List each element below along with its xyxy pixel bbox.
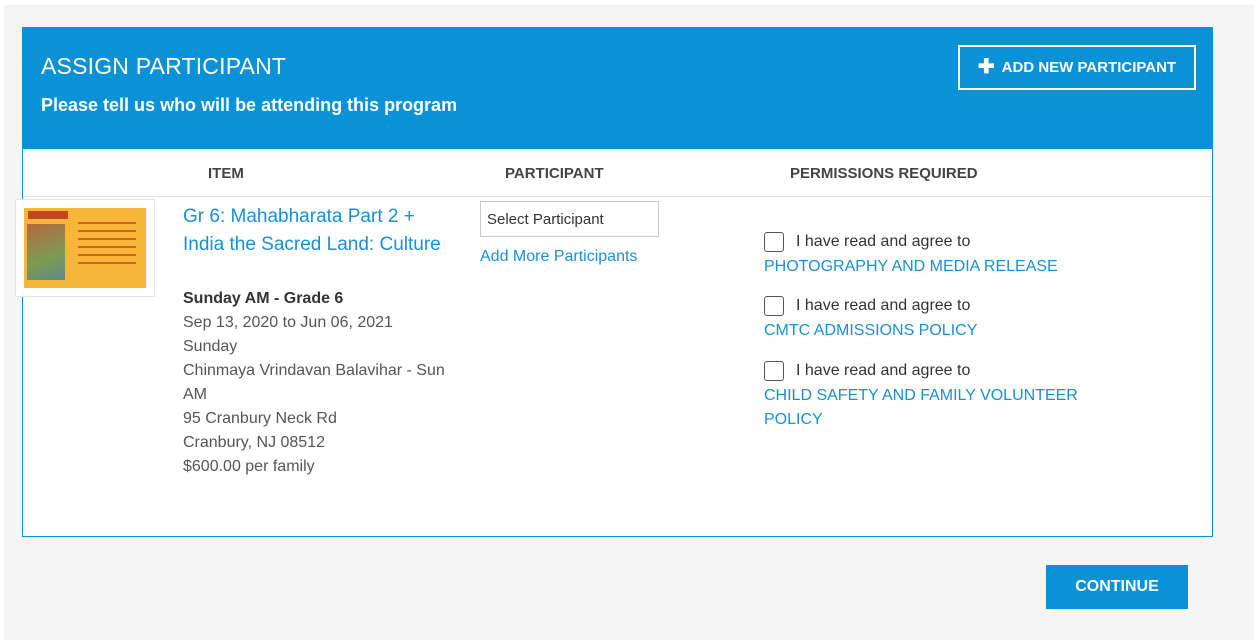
add-new-participant-button[interactable]: ✚ ADD NEW PARTICIPANT xyxy=(958,45,1196,90)
panel-header: ASSIGN PARTICIPANT Please tell us who wi… xyxy=(23,28,1212,149)
permission-item: I have read and agree to CHILD SAFETY AN… xyxy=(764,359,1124,432)
item-price: $600.00 per family xyxy=(183,458,315,475)
photography-media-release-link[interactable]: PHOTOGRAPHY AND MEDIA RELEASE xyxy=(764,255,1124,279)
item-location: Chinmaya Vrindavan Balavihar - Sun AM xyxy=(183,362,445,403)
continue-button[interactable]: CONTINUE xyxy=(1046,565,1188,609)
permission-item: I have read and agree to PHOTOGRAPHY AND… xyxy=(764,230,1124,279)
participant-select[interactable]: Select Participant xyxy=(480,201,659,237)
add-new-participant-label: ADD NEW PARTICIPANT xyxy=(1001,59,1177,76)
plus-icon: ✚ xyxy=(977,55,995,78)
thumbnail-logo-shape xyxy=(28,211,68,219)
participant-select-value: Select Participant xyxy=(487,210,604,228)
page-subtitle: Please tell us who will be attending thi… xyxy=(41,95,458,115)
item-subtitle: Sunday AM - Grade 6 xyxy=(183,290,344,307)
add-more-participants-link[interactable]: Add More Participants xyxy=(480,248,637,266)
permission-agree-text: I have read and agree to xyxy=(796,233,971,250)
permission-checkbox-photography[interactable] xyxy=(764,232,784,252)
item-address-line2: Cranbury, NJ 08512 xyxy=(183,434,325,451)
item-day: Sunday xyxy=(183,338,238,355)
column-header-permissions: PERMISSIONS REQUIRED xyxy=(790,165,978,182)
item-thumbnail-image xyxy=(24,208,146,288)
thumbnail-book-shape xyxy=(27,224,65,280)
column-header-item: ITEM xyxy=(208,165,244,182)
item-thumbnail[interactable] xyxy=(15,199,155,297)
item-details: Sunday AM - Grade 6 Sep 13, 2020 to Jun … xyxy=(183,287,453,479)
column-header-participant: PARTICIPANT xyxy=(505,165,604,182)
permission-agree-text: I have read and agree to xyxy=(796,297,971,314)
column-header-row: ITEM PARTICIPANT PERMISSIONS REQUIRED xyxy=(23,149,1212,197)
item-address-line1: 95 Cranbury Neck Rd xyxy=(183,410,337,427)
permission-agree-text: I have read and agree to xyxy=(796,362,971,379)
cmtc-admissions-policy-link[interactable]: CMTC ADMISSIONS POLICY xyxy=(764,319,1124,343)
thumbnail-text-lines xyxy=(78,222,136,270)
permission-checkbox-child-safety[interactable] xyxy=(764,361,784,381)
item-dates: Sep 13, 2020 to Jun 06, 2021 xyxy=(183,314,393,331)
permission-checkbox-admissions[interactable] xyxy=(764,296,784,316)
page-title: ASSIGN PARTICIPANT xyxy=(41,53,287,79)
item-title-link[interactable]: Gr 6: Mahabharata Part 2 + India the Sac… xyxy=(183,203,448,259)
permission-item: I have read and agree to CMTC ADMISSIONS… xyxy=(764,294,1124,343)
child-safety-policy-link[interactable]: CHILD SAFETY AND FAMILY VOLUNTEER POLICY xyxy=(764,384,1094,432)
